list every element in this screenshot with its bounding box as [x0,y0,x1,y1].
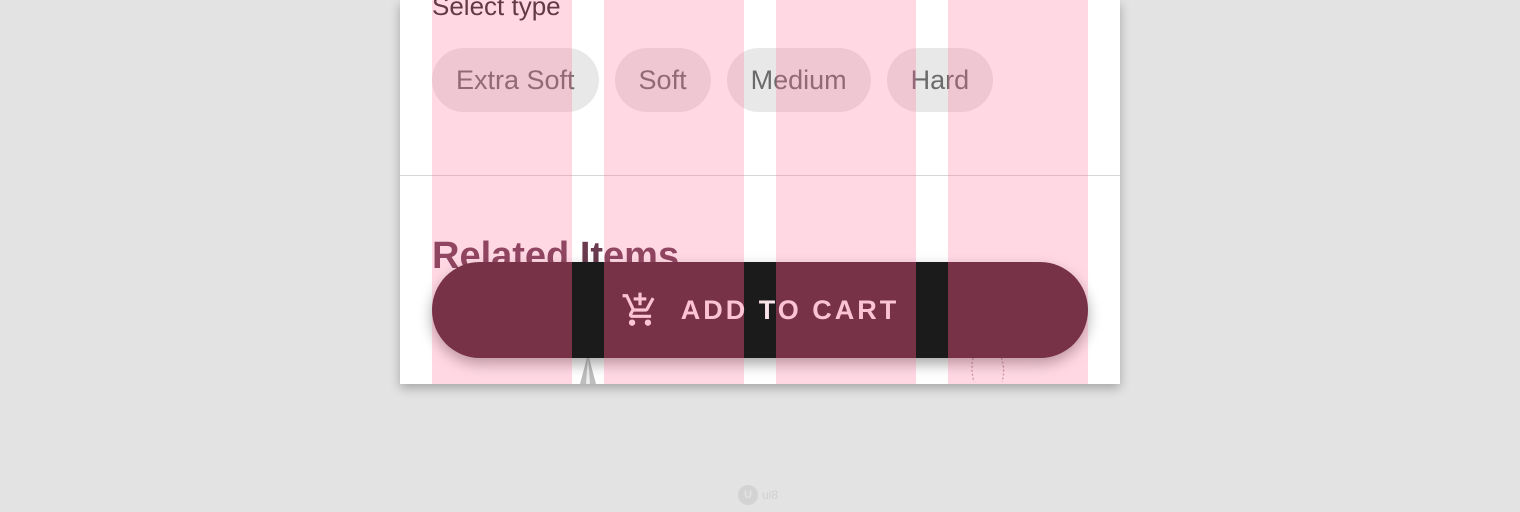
type-chip-group: Extra Soft Soft Medium Hard [432,48,994,112]
add-to-cart-label: ADD TO CART [680,294,900,325]
watermark-text: ui8 [762,488,779,502]
stage: Select type Extra Soft Soft Medium Hard … [0,0,1520,512]
select-type-heading: Select type [432,0,561,21]
chip-hard[interactable]: Hard [886,48,994,112]
add-shopping-cart-icon [622,292,655,326]
section-divider [400,175,1120,176]
ui8-logo-icon: U [738,485,758,505]
chip-soft[interactable]: Soft [614,48,711,112]
watermark: U ui8 [738,485,778,505]
add-to-cart-button[interactable]: ADD TO CART [432,262,1088,358]
fab-content: ADD TO CART [432,262,1088,358]
chip-extra-soft[interactable]: Extra Soft [432,48,599,112]
chip-medium[interactable]: Medium [726,48,871,112]
